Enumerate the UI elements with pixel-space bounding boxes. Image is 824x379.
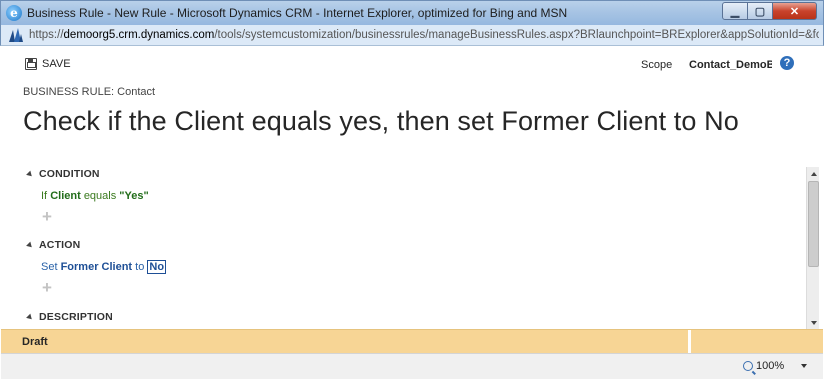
chevron-down-icon[interactable] (801, 364, 808, 368)
condition-statement[interactable]: If Client equals "Yes" (41, 190, 149, 202)
zoom-icon (743, 361, 753, 371)
url-text: https://demoorg5.crm.dynamics.com/tools/… (29, 29, 819, 41)
scroll-up-button[interactable] (808, 168, 819, 179)
collapse-icon (26, 241, 34, 249)
minimize-button[interactable]: ▁ (722, 2, 748, 20)
condition-value[interactable]: "Yes" (119, 190, 148, 202)
close-button[interactable]: ✕ (773, 2, 817, 20)
help-icon[interactable]: ? (780, 56, 794, 70)
rule-status-bar: Draft (1, 329, 823, 354)
url-prefix: https:// (29, 29, 64, 41)
action-prefix: Set (41, 261, 58, 273)
business-rule-page: SAVE Scope Contact_DemoBuil ? BUSINESS R… (1, 46, 823, 379)
window-title: Business Rule - New Rule - Microsoft Dyn… (27, 6, 568, 20)
maximize-button[interactable]: ▢ (748, 2, 773, 20)
action-header-label: ACTION (39, 239, 81, 251)
condition-field[interactable]: Client (50, 190, 81, 202)
rule-designer: CONDITION If Client equals "Yes" + ACTIO… (1, 166, 823, 329)
status-text: Draft (22, 336, 48, 348)
collapse-icon (26, 170, 34, 178)
scope-selector[interactable]: Contact_DemoBuil (689, 59, 772, 71)
action-connector: to (135, 261, 145, 273)
save-label: SAVE (42, 58, 71, 70)
status-divider (688, 330, 691, 354)
condition-operator[interactable]: equals (84, 190, 116, 202)
action-field[interactable]: Former Client (61, 261, 133, 273)
url-host: demoorg5.crm.dynamics.com (63, 29, 215, 41)
condition-prefix: If (41, 190, 48, 202)
scroll-thumb[interactable] (808, 181, 819, 267)
dynamics-crm-icon (9, 28, 23, 42)
arrow-up-icon (810, 171, 817, 176)
save-icon (25, 58, 37, 70)
arrow-down-icon (810, 320, 817, 325)
scroll-down-button[interactable] (808, 317, 819, 328)
address-bar[interactable]: https://demoorg5.crm.dynamics.com/tools/… (0, 25, 824, 46)
scope-label: Scope (641, 59, 673, 71)
condition-header-label: CONDITION (39, 168, 100, 180)
url-path: /tools/systemcustomization/businessrules… (214, 29, 819, 41)
action-value[interactable]: No (147, 260, 167, 274)
rule-name-field[interactable]: Check if the Client equals yes, then set… (23, 106, 739, 137)
window-titlebar[interactable]: e Business Rule - New Rule - Microsoft D… (0, 0, 824, 25)
add-action-icon[interactable]: + (42, 278, 52, 298)
zoom-value: 100% (756, 360, 785, 372)
action-statement[interactable]: Set Former Client to No (41, 260, 167, 274)
action-section-header[interactable]: ACTION (26, 239, 81, 251)
zoom-control[interactable]: 100% (743, 360, 808, 372)
command-bar: SAVE Scope Contact_DemoBuil ? (1, 46, 823, 82)
add-condition-icon[interactable]: + (42, 207, 52, 227)
description-section-header[interactable]: DESCRIPTION (26, 311, 113, 323)
entity-label: BUSINESS RULE: Contact (23, 86, 156, 98)
window-controls: ▁ ▢ ✕ (722, 2, 817, 21)
condition-section-header[interactable]: CONDITION (26, 168, 100, 180)
browser-status-bar: 100% (1, 353, 823, 379)
collapse-icon (26, 313, 34, 321)
save-button[interactable]: SAVE (25, 58, 71, 70)
vertical-scrollbar[interactable] (806, 167, 819, 329)
description-header-label: DESCRIPTION (39, 311, 113, 323)
internet-explorer-icon: e (6, 5, 22, 21)
